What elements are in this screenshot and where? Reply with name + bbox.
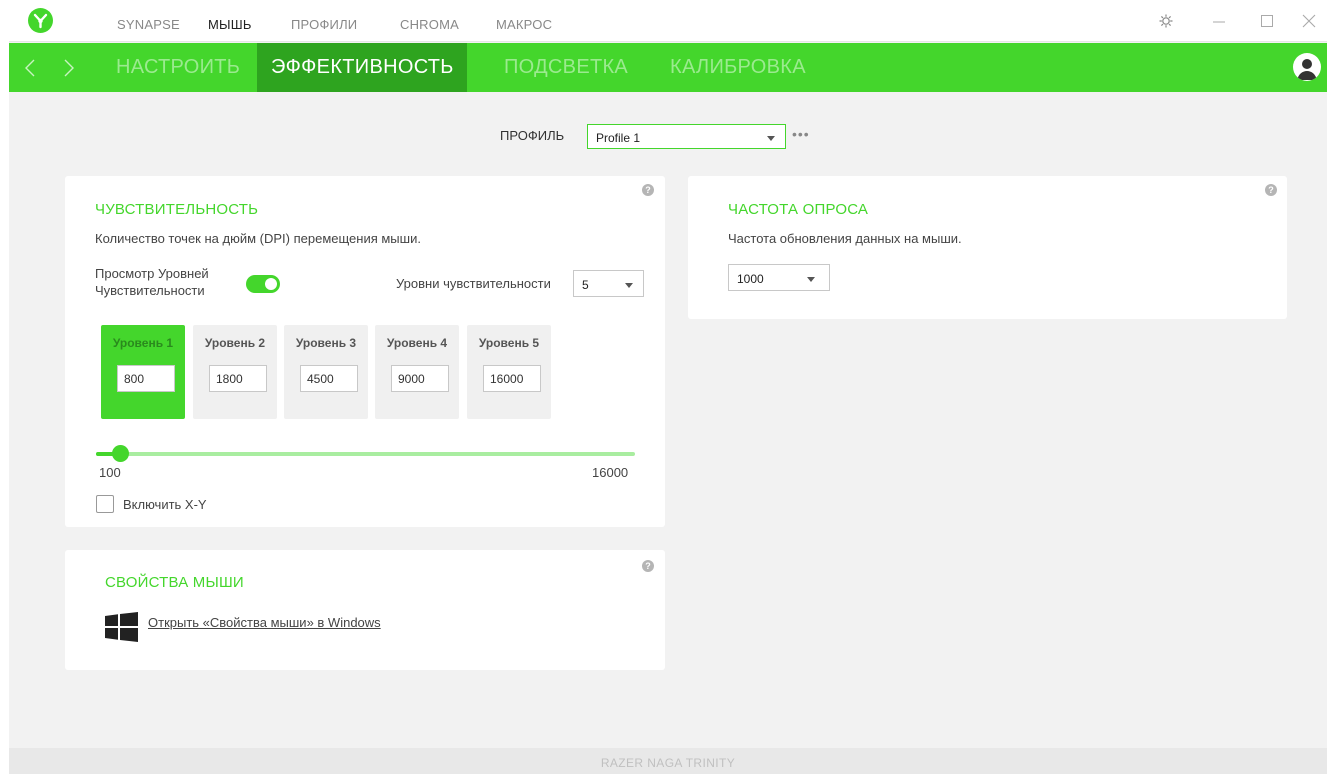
settings-gear-icon[interactable] [1156, 11, 1176, 31]
sensitivity-levels-toggle[interactable] [246, 275, 280, 293]
dpi-level-label: Уровень 2 [204, 336, 266, 350]
mouse-properties-help-icon[interactable]: ? [642, 560, 654, 572]
forward-arrow-icon[interactable] [58, 57, 78, 79]
maximize-icon[interactable] [1257, 11, 1277, 31]
profile-label: ПРОФИЛЬ [500, 128, 565, 143]
dpi-level-2[interactable]: Уровень 2 1800 [193, 325, 277, 419]
dpi-level-input[interactable]: 16000 [483, 365, 541, 392]
dpi-slider-thumb[interactable] [111, 445, 129, 462]
polling-rate-help-icon[interactable]: ? [1265, 184, 1277, 196]
chevron-down-icon [625, 283, 633, 288]
open-windows-mouse-properties-link[interactable]: Открыть «Свойства мыши» в Windows [148, 615, 381, 630]
razer-logo-icon[interactable] [28, 8, 53, 33]
dpi-level-5[interactable]: Уровень 5 16000 [467, 325, 551, 419]
tab-performance[interactable]: ЭФФЕКТИВНОСТЬ [257, 43, 467, 92]
dpi-level-input[interactable]: 1800 [209, 365, 267, 392]
polling-rate-dropdown[interactable]: 1000 [728, 264, 830, 291]
polling-rate-title: ЧАСТОТА ОПРОСА [728, 201, 869, 218]
tab-customize[interactable]: НАСТРОИТЬ [102, 43, 254, 92]
enable-xy-label: Включить X-Y [123, 497, 207, 512]
back-arrow-icon[interactable] [21, 57, 41, 79]
dpi-slider[interactable] [96, 445, 635, 462]
mouse-properties-card [65, 550, 665, 670]
sensitivity-help-icon[interactable]: ? [642, 184, 654, 196]
polling-rate-card [688, 176, 1287, 319]
top-nav-macros[interactable]: МАКРОС [496, 17, 552, 32]
minimize-icon[interactable] [1209, 11, 1229, 31]
polling-rate-value: 1000 [737, 272, 764, 286]
dpi-level-1[interactable]: Уровень 1 800 [101, 325, 185, 419]
dpi-level-label: Уровень 1 [112, 336, 174, 350]
close-icon[interactable] [1299, 11, 1319, 31]
dpi-level-input[interactable]: 9000 [391, 365, 449, 392]
top-nav-synapse[interactable]: SYNAPSE [117, 17, 180, 32]
footer-bar: RAZER NAGA TRINITY [9, 748, 1327, 774]
top-nav-mouse[interactable]: МЫШЬ [208, 17, 252, 32]
user-avatar-icon[interactable] [1293, 53, 1321, 81]
chevron-down-icon [767, 136, 775, 141]
sensitivity-title: ЧУВСТВИТЕЛЬНОСТЬ [95, 201, 259, 218]
profile-dropdown[interactable]: Profile 1 [587, 124, 786, 149]
polling-rate-description: Частота обновления данных на мыши. [728, 231, 962, 246]
toggle-knob [265, 278, 277, 290]
dpi-level-input[interactable]: 4500 [300, 365, 358, 392]
enable-xy-checkbox[interactable] [96, 495, 114, 513]
tab-calibration[interactable]: КАЛИБРОВКА [656, 43, 820, 92]
tab-lighting[interactable]: ПОДСВЕТКА [490, 43, 642, 92]
sensitivity-levels-toggle-label: Просмотр Уровней Чувствительности [95, 266, 209, 298]
dpi-level-label: Уровень 3 [295, 336, 357, 350]
dpi-level-label: Уровень 5 [478, 336, 540, 350]
levels-count-value: 5 [582, 278, 589, 292]
dpi-slider-min: 100 [99, 465, 121, 480]
sensitivity-description: Количество точек на дюйм (DPI) перемещен… [95, 231, 421, 246]
dpi-slider-max: 16000 [592, 465, 629, 480]
levels-count-label: Уровни чувствительности [396, 276, 551, 291]
title-bar: SYNAPSE МЫШЬ ПРОФИЛИ CHROMA МАКРОС [9, 0, 1327, 42]
tab-bar: НАСТРОИТЬ ЭФФЕКТИВНОСТЬ ПОДСВЕТКА КАЛИБР… [9, 43, 1327, 92]
dpi-level-label: Уровень 4 [386, 336, 448, 350]
dpi-level-4[interactable]: Уровень 4 9000 [375, 325, 459, 419]
top-nav-profiles[interactable]: ПРОФИЛИ [291, 17, 357, 32]
mouse-properties-title: СВОЙСТВА МЫШИ [105, 574, 244, 591]
dpi-level-input[interactable]: 800 [117, 365, 175, 392]
synapse-window: SYNAPSE МЫШЬ ПРОФИЛИ CHROMA МАКРОС НАСТР… [9, 0, 1327, 774]
top-nav-chroma[interactable]: CHROMA [400, 17, 459, 32]
levels-count-dropdown[interactable]: 5 [573, 270, 644, 297]
device-name: RAZER NAGA TRINITY [600, 756, 736, 770]
more-options-icon[interactable]: ••• [792, 126, 810, 142]
dpi-level-3[interactable]: Уровень 3 4500 [284, 325, 368, 419]
chevron-down-icon [807, 277, 815, 282]
windows-logo-icon [105, 612, 138, 642]
profile-dropdown-value: Profile 1 [596, 131, 641, 145]
